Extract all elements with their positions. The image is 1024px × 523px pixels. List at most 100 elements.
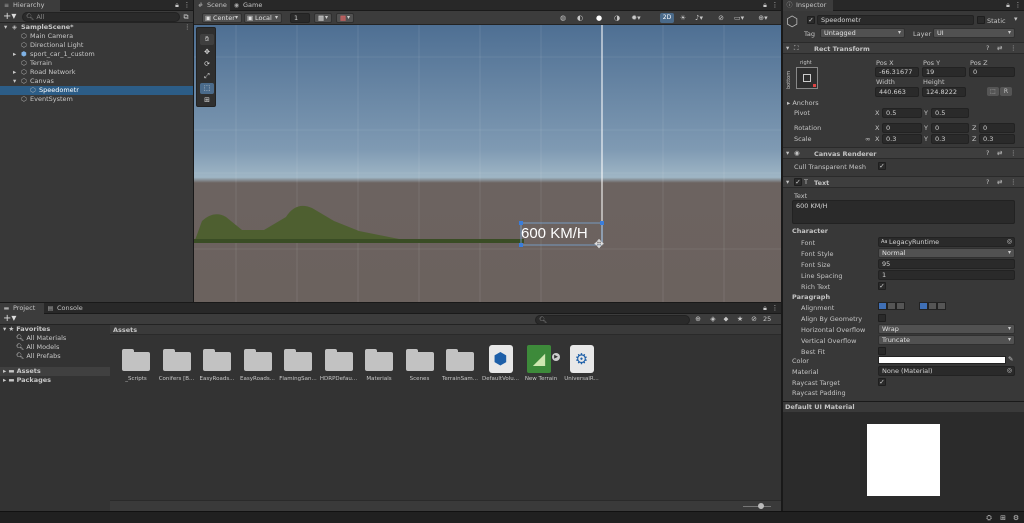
scene-viewport[interactable]: 600 KM/H ✥ ✋︎ ✥ ⟳ ⤢ ⬚ ⊞ — [194, 25, 781, 302]
font-field[interactable]: Aa LegacyRuntime ◎ — [878, 237, 1015, 247]
font-size-field[interactable]: 95 — [878, 259, 1015, 269]
tab-console[interactable]: ▤ Console — [44, 303, 88, 314]
shaded-wireframe-icon[interactable]: ◐ — [575, 13, 585, 23]
pivot-y-field[interactable]: 0.5 — [931, 108, 969, 118]
audio-toggle-icon[interactable]: ♪▾ — [694, 13, 704, 23]
raycast-padding-foldout[interactable]: Raycast Padding — [792, 389, 846, 397]
text-value-area[interactable]: 600 KM/H — [792, 200, 1015, 224]
hierarchy-item-eventsystem[interactable]: ⬡ EventSystem — [0, 95, 193, 104]
move-handle-icon[interactable]: ✥ — [594, 237, 604, 251]
render-path-icon[interactable]: ◑ — [612, 13, 622, 23]
rotate-tool-icon[interactable]: ⟳ — [200, 59, 214, 70]
pivot-toggle[interactable]: ▣ Center — [202, 13, 242, 23]
kebab-menu-icon[interactable]: ⋮ — [1013, 0, 1023, 10]
hierarchy-item-speedometr[interactable]: ⬡ Speedometr — [0, 86, 193, 95]
kebab-menu-icon[interactable]: ⋮ — [184, 23, 191, 32]
rich-text-checkbox[interactable]: ✓ — [878, 282, 886, 290]
grid-snap-dropdown[interactable]: ▦ — [314, 13, 332, 23]
tab-inspector[interactable]: ⓘ Inspector — [783, 0, 833, 11]
search-by-label-icon[interactable]: ◈ — [708, 314, 718, 324]
kebab-menu-icon[interactable]: ⋮ — [182, 0, 192, 10]
color-swatch[interactable] — [878, 356, 1006, 364]
active-checkbox[interactable]: ✓ — [807, 16, 815, 24]
raw-edit-icon[interactable]: R — [1000, 87, 1012, 96]
asset-item[interactable]: ▶ ◢ New Terrain — [521, 343, 561, 389]
scale-z-field[interactable]: 0.3 — [979, 134, 1015, 144]
cache-server-icon[interactable]: ⊞ — [998, 513, 1008, 523]
preset-icon[interactable]: ⇄ — [997, 178, 1002, 186]
align-center-icon[interactable] — [887, 302, 896, 310]
tab-scene[interactable]: # Scene — [194, 0, 230, 11]
kebab-menu-icon[interactable]: ⋮ — [770, 0, 780, 10]
raycast-target-checkbox[interactable]: ✓ — [878, 378, 886, 386]
align-geometry-checkbox[interactable] — [878, 314, 886, 322]
asset-item[interactable]: EasyRoads... — [238, 343, 278, 389]
canvas-renderer-header[interactable]: ▾ ◉ Canvas Renderer ? ⇄ ⋮ — [783, 147, 1024, 159]
space-toggle[interactable]: ▣ Local — [244, 13, 282, 23]
expand-arrow-icon[interactable]: ▸ — [13, 50, 16, 59]
lock-icon[interactable]: 🔒︎ — [760, 0, 770, 10]
asset-item[interactable]: Scenes — [400, 343, 440, 389]
collab-icon[interactable]: ⛭ — [984, 513, 994, 523]
asset-item[interactable]: _Scripts — [116, 343, 156, 389]
component-menu-icon[interactable]: ⋮ — [1010, 44, 1017, 52]
favorite-all-materials[interactable]: 🔍︎ All Materials — [0, 334, 110, 343]
tab-game[interactable]: ◉ Game — [230, 0, 268, 11]
tab-hierarchy[interactable]: ≡ Hierarchy — [0, 0, 60, 11]
cull-transparent-checkbox[interactable]: ✓ — [878, 162, 886, 170]
wireframe-shading-icon[interactable]: ◍ — [558, 13, 568, 23]
asset-item[interactable]: Materials — [359, 343, 399, 389]
project-search-input[interactable]: 🔍︎ — [535, 315, 690, 325]
blueprint-mode-icon[interactable]: ⬚ — [987, 87, 999, 96]
favorite-all-prefabs[interactable]: 🔍︎ All Prefabs — [0, 352, 110, 361]
pivot-x-field[interactable]: 0.5 — [882, 108, 922, 118]
material-field[interactable]: None (Material) ◎ — [878, 366, 1015, 376]
hierarchy-item-directional-light[interactable]: ⬡ Directional Light — [0, 41, 193, 50]
best-fit-checkbox[interactable] — [878, 347, 886, 355]
zoom-slider[interactable] — [743, 506, 771, 507]
layer-dropdown[interactable]: UI — [933, 28, 1015, 38]
favorite-star-icon[interactable]: ★ — [735, 314, 745, 324]
preset-icon[interactable]: ⇄ — [997, 44, 1002, 52]
preset-icon[interactable]: ⇄ — [997, 149, 1002, 157]
rotation-x-field[interactable]: 0 — [882, 123, 922, 133]
align-top-icon[interactable] — [919, 302, 928, 310]
anchors-foldout[interactable]: ▸ Anchors — [787, 99, 819, 107]
component-menu-icon[interactable]: ⋮ — [1010, 178, 1017, 186]
add-button[interactable]: +▾ — [3, 11, 16, 22]
component-menu-icon[interactable]: ⋮ — [1010, 149, 1017, 157]
rotation-z-field[interactable]: 0 — [979, 123, 1015, 133]
hierarchy-item-road-network[interactable]: ▸ ⬡ Road Network — [0, 68, 193, 77]
asset-item[interactable]: ⬢ DefaultVolu... — [481, 343, 521, 389]
draw-mode-icon[interactable]: ✹▾ — [631, 13, 641, 23]
expand-arrow-icon[interactable]: ▸ — [13, 68, 16, 77]
filter-icon[interactable]: ⧉ — [181, 12, 191, 22]
hidden-objects-icon[interactable]: ⊘ — [716, 13, 726, 23]
pos-x-field[interactable]: -66.31677 — [875, 67, 919, 77]
help-icon[interactable]: ? — [986, 44, 989, 52]
hierarchy-item-canvas[interactable]: ▾ ⬡ Canvas — [0, 77, 193, 86]
scale-y-field[interactable]: 0.3 — [931, 134, 969, 144]
hierarchy-item-samplescene[interactable]: ▾ ◈ SampleScene* ⋮ — [0, 23, 193, 32]
vertical-overflow-dropdown[interactable]: Truncate — [878, 335, 1015, 345]
snap-dropdown[interactable]: ▦ — [336, 13, 354, 23]
hierarchy-item-terrain[interactable]: ⬡ Terrain — [0, 59, 193, 68]
settings-gear-icon[interactable]: ⚙ — [1011, 513, 1021, 523]
asset-item[interactable]: Conifers [B... — [157, 343, 197, 389]
font-style-dropdown[interactable]: Normal — [878, 248, 1015, 258]
expand-arrow-icon[interactable]: ▾ — [13, 77, 16, 86]
text-component-header[interactable]: ▾ ✓ T Text ? ⇄ ⋮ — [783, 176, 1024, 188]
static-dropdown-icon[interactable]: ▾ — [1014, 15, 1018, 23]
packages-folder-item[interactable]: ▸ ▬ Packages — [0, 376, 110, 385]
object-picker-icon[interactable]: ◎ — [1007, 367, 1012, 375]
object-name-input[interactable]: Speedometr — [817, 15, 974, 25]
asset-item[interactable]: EasyRoads... — [197, 343, 237, 389]
height-field[interactable]: 124.8222 — [922, 87, 966, 97]
asset-item[interactable]: TerrainSam... — [440, 343, 480, 389]
pos-y-field[interactable]: 19 — [922, 67, 966, 77]
asset-item[interactable]: FlamingSan... — [278, 343, 318, 389]
transform-tool-icon[interactable]: ⊞ — [200, 95, 214, 106]
line-spacing-field[interactable]: 1 — [878, 270, 1015, 280]
static-checkbox[interactable] — [977, 16, 985, 24]
help-icon[interactable]: ? — [986, 149, 989, 157]
